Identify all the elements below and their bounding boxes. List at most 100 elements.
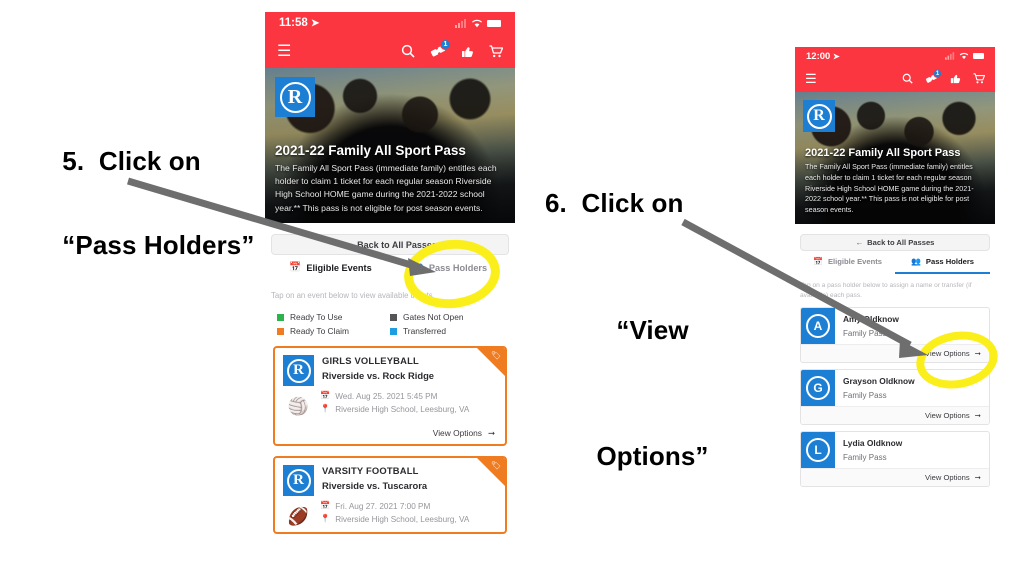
pass-holder-summary: G Grayson Oldknow Family Pass bbox=[801, 369, 989, 406]
arrow-right-icon: ➞ bbox=[974, 410, 981, 420]
wifi-icon bbox=[959, 52, 969, 60]
tab-eligible-events[interactable]: 📅 Eligible Events bbox=[800, 257, 895, 274]
event-matchup: Riverside vs. Tuscarora bbox=[322, 480, 428, 491]
nav-actions: 1 bbox=[902, 69, 985, 84]
volleyball-icon: 🏐 bbox=[287, 396, 310, 416]
avatar: L bbox=[801, 431, 835, 468]
event-logo-letter: R bbox=[286, 358, 311, 383]
battery-icon bbox=[973, 53, 984, 59]
location-arrow-icon: ➤ bbox=[310, 18, 320, 29]
calendar-icon: 📅 bbox=[289, 262, 302, 273]
event-card[interactable]: 🏷 R GIRLS VOLLEYBALL Riverside vs. Rock … bbox=[273, 346, 507, 446]
step-5-line-2: “Pass Holders” bbox=[62, 230, 255, 261]
arrow-right-icon: ➞ bbox=[487, 428, 495, 438]
pass-holder-info: Amy Oldknow Family Pass bbox=[835, 308, 907, 344]
holder-view-options-label: View Options bbox=[925, 410, 970, 420]
calendar-icon: 📅 bbox=[813, 257, 823, 266]
pass-holder-summary: A Amy Oldknow Family Pass bbox=[801, 307, 989, 344]
thumbs-up-icon[interactable] bbox=[461, 45, 474, 58]
legend-label: Gates Not Open bbox=[403, 312, 464, 322]
status-indicators bbox=[455, 18, 501, 28]
legend-item: Transferred bbox=[390, 326, 503, 336]
search-icon[interactable] bbox=[902, 73, 913, 84]
hamburger-menu-icon[interactable]: ☰ bbox=[805, 71, 817, 87]
event-venue-row: 📍 Riverside High School, Leesburg, VA bbox=[320, 514, 469, 524]
event-header: R VARSITY FOOTBALL Riverside vs. Tuscaro… bbox=[275, 458, 505, 496]
pass-holder-summary: L Lydia Oldknow Family Pass bbox=[801, 431, 989, 468]
hero-text-block: 2021-22 Family All Sport Pass The Family… bbox=[265, 143, 515, 223]
holder-view-options-button[interactable]: View Options ➞ bbox=[801, 405, 989, 424]
status-time: 11:58 ➤ bbox=[279, 17, 320, 29]
pass-holder-info: Grayson Oldknow Family Pass bbox=[835, 370, 923, 406]
pass-holder-row[interactable]: L Lydia Oldknow Family Pass View Options… bbox=[800, 430, 990, 487]
event-detail-lines: 📅 Fri. Aug 27. 2021 7:00 PM 📍 Riverside … bbox=[320, 501, 469, 532]
holder-view-options-button[interactable]: View Options ➞ bbox=[801, 343, 989, 362]
pass-hero-banner: R 2021-22 Family All Sport Pass The Fami… bbox=[795, 92, 995, 224]
event-team-logo: R bbox=[283, 465, 314, 496]
holder-view-options-button[interactable]: View Options ➞ bbox=[801, 467, 989, 486]
people-icon: 👥 bbox=[910, 257, 921, 266]
event-team-logo: R bbox=[283, 355, 314, 386]
legend-label: Transferred bbox=[403, 326, 446, 336]
location-pin-icon: 📍 bbox=[320, 404, 331, 413]
cart-icon[interactable] bbox=[973, 73, 985, 84]
legend-item: Ready To Claim bbox=[277, 326, 390, 336]
step-6-line-3: Options” bbox=[596, 440, 709, 471]
riverside-logo: R bbox=[803, 100, 835, 132]
cellular-signal-icon bbox=[945, 52, 955, 60]
holder-view-options-label: View Options bbox=[925, 472, 970, 482]
status-time: 12:00 ➤ bbox=[806, 50, 840, 62]
cellular-signal-icon bbox=[455, 18, 466, 28]
hero-text-block: 2021-22 Family All Sport Pass The Family… bbox=[795, 147, 995, 224]
tag-icon: 🏷 bbox=[490, 461, 501, 470]
tab-eligible-events[interactable]: 📅 Eligible Events bbox=[271, 262, 390, 282]
cart-icon[interactable] bbox=[489, 44, 503, 58]
pass-detail-sheet: ← Back to All Passes 📅 Eligible Events 👥… bbox=[795, 224, 995, 490]
detail-tabs: 📅 Eligible Events 👥 Pass Holders bbox=[271, 262, 509, 282]
thumbs-up-icon[interactable] bbox=[950, 73, 961, 84]
step-5-caption: 5. Click on “Pass Holders” bbox=[33, 98, 254, 309]
back-to-all-passes-button[interactable]: ← Back to All Passes bbox=[271, 234, 509, 255]
arrow-right-icon: ➞ bbox=[974, 472, 981, 482]
tab-hint-text: Tap on a pass holder below to assign a n… bbox=[800, 282, 972, 299]
riverside-logo-letter: R bbox=[279, 81, 311, 113]
search-icon[interactable] bbox=[401, 44, 415, 58]
event-titles: VARSITY FOOTBALL Riverside vs. Tuscarora bbox=[322, 465, 427, 496]
event-header: R GIRLS VOLLEYBALL Riverside vs. Rock Ri… bbox=[275, 348, 505, 386]
pass-holder-name: Grayson Oldknow bbox=[843, 375, 915, 386]
tag-icon: 🏷 bbox=[490, 351, 501, 360]
legend-label: Ready To Use bbox=[290, 312, 343, 322]
event-date: Wed. Aug 25. 2021 5:45 PM bbox=[335, 391, 438, 401]
tab-eligible-events-label: Eligible Events bbox=[306, 262, 372, 273]
app-nav-bar: ☰ 1 bbox=[265, 34, 515, 68]
pass-holder-row[interactable]: G Grayson Oldknow Family Pass View Optio… bbox=[800, 368, 990, 425]
event-view-options-button[interactable]: View Options ➞ bbox=[275, 422, 505, 444]
pass-holder-row[interactable]: A Amy Oldknow Family Pass View Options ➞ bbox=[800, 306, 990, 363]
pass-title: 2021-22 Family All Sport Pass bbox=[805, 147, 961, 160]
event-titles: GIRLS VOLLEYBALL Riverside vs. Rock Ridg… bbox=[322, 355, 434, 386]
tab-eligible-events-label: Eligible Events bbox=[827, 257, 882, 266]
tab-pass-holders[interactable]: 👥 Pass Holders bbox=[390, 262, 509, 282]
riverside-logo-letter: R bbox=[806, 103, 832, 129]
legend-swatch bbox=[277, 313, 284, 321]
hamburger-menu-icon[interactable]: ☰ bbox=[277, 41, 291, 61]
pass-holder-type: Family Pass bbox=[843, 452, 887, 462]
ticket-icon[interactable]: 1 bbox=[430, 39, 451, 58]
step-6-line-1: 6. Click on bbox=[545, 188, 684, 219]
back-to-all-passes-button[interactable]: ← Back to All Passes bbox=[800, 234, 990, 251]
nav-actions: 1 bbox=[401, 39, 503, 58]
avatar-initial: A bbox=[806, 313, 830, 338]
football-icon: 🏈 bbox=[287, 506, 310, 526]
event-details: 🏈 📅 Fri. Aug 27. 2021 7:00 PM 📍 Riversid… bbox=[275, 496, 505, 532]
tab-pass-holders[interactable]: 👥 Pass Holders bbox=[895, 257, 990, 274]
legend-swatch bbox=[390, 327, 397, 335]
event-date-row: 📅 Wed. Aug 25. 2021 5:45 PM bbox=[320, 391, 469, 401]
pass-holder-name: Amy Oldknow bbox=[843, 313, 899, 324]
pass-hero-banner: R 2021-22 Family All Sport Pass The Fami… bbox=[265, 68, 515, 223]
event-card[interactable]: 🏷 R VARSITY FOOTBALL Riverside vs. Tusca… bbox=[273, 456, 507, 534]
slide-canvas: 5. Click on “Pass Holders” 6. Click on “… bbox=[0, 0, 1024, 576]
ticket-icon[interactable]: 1 bbox=[925, 69, 942, 84]
event-date-row: 📅 Fri. Aug 27. 2021 7:00 PM bbox=[320, 501, 469, 511]
event-details: 🏐 📅 Wed. Aug 25. 2021 5:45 PM 📍 Riversid… bbox=[275, 386, 505, 422]
holder-view-options-label: View Options bbox=[925, 348, 970, 358]
